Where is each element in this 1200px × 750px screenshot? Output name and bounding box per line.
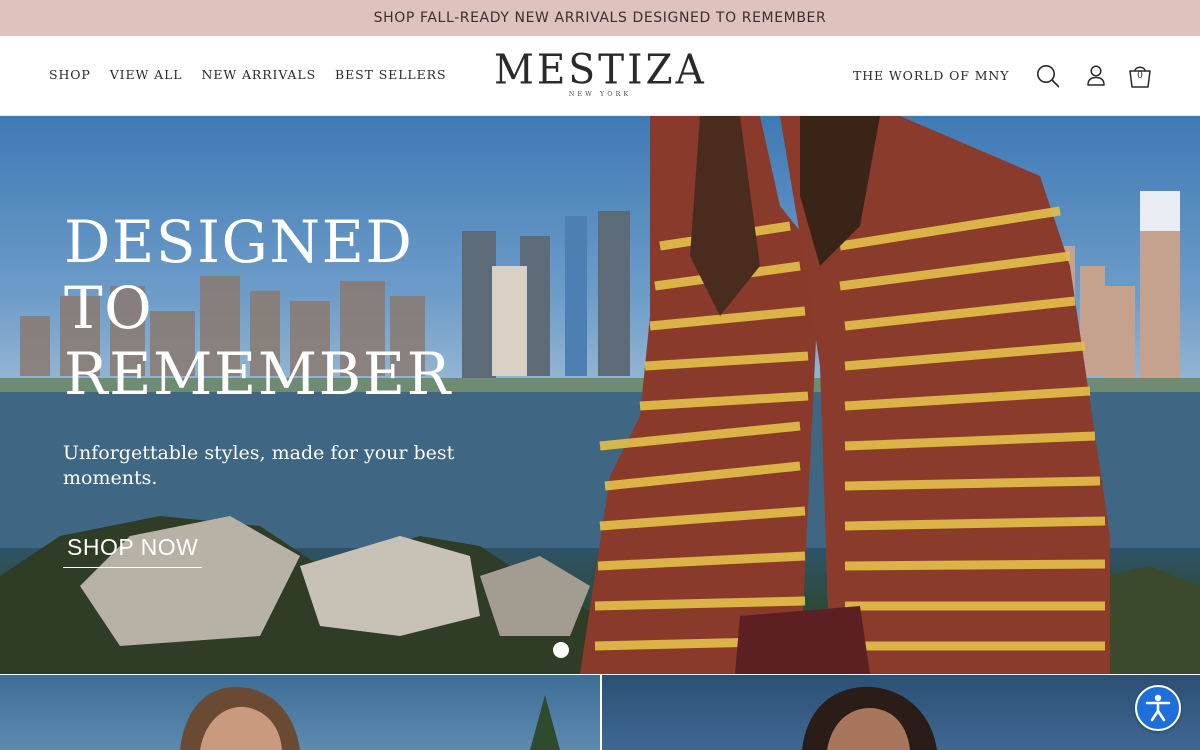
main-nav: SHOP VIEW ALL NEW ARRIVALS BEST SELLERS [49,67,465,82]
hero-title-line-2: TO [64,274,154,342]
hero-title-line-1: DESIGNED [64,208,414,276]
accessibility-button[interactable] [1135,685,1181,731]
hero-banner[interactable]: DESIGNED TO REMEMBER Unforgettable style… [0,116,1200,674]
collection-image-right [802,686,937,750]
announcement-bar[interactable]: SHOP FALL-READY NEW ARRIVALS DESIGNED TO… [0,0,1200,36]
hero-title: DESIGNED TO REMEMBER [64,209,484,407]
accessibility-icon [1145,694,1171,722]
logo-wordmark: MESTIZA [494,46,707,95]
cart-count: 0 [1137,71,1143,81]
account-icon[interactable] [1085,64,1107,88]
collection-tile-right[interactable] [602,675,1200,750]
site-header: SHOP VIEW ALL NEW ARRIVALS BEST SELLERS … [0,36,1200,116]
nav-best-sellers[interactable]: BEST SELLERS [335,67,446,82]
announcement-text[interactable]: SHOP FALL-READY NEW ARRIVALS DESIGNED TO… [374,10,827,26]
nav-new-arrivals[interactable]: NEW ARRIVALS [201,67,316,82]
nav-view-all[interactable]: VIEW ALL [110,67,183,82]
hero-title-line-3: REMEMBER [64,340,452,408]
nav-world-of-mny[interactable]: THE WORLD OF MNY [853,68,1009,83]
secondary-nav: THE WORLD OF MNY [853,67,1009,85]
shop-now-button[interactable]: SHOP NOW [63,534,203,568]
nav-shop[interactable]: SHOP [49,67,91,82]
collection-image-left [180,686,560,750]
slide-indicator-dot[interactable] [553,642,569,658]
collection-tile-left[interactable] [0,675,600,750]
cart-icon[interactable]: 0 [1127,62,1153,90]
search-icon[interactable] [1036,64,1060,88]
site-logo[interactable]: MESTIZA NEW YORK [494,46,707,104]
hero-subtitle: Unforgettable styles, made for your best… [63,442,455,489]
